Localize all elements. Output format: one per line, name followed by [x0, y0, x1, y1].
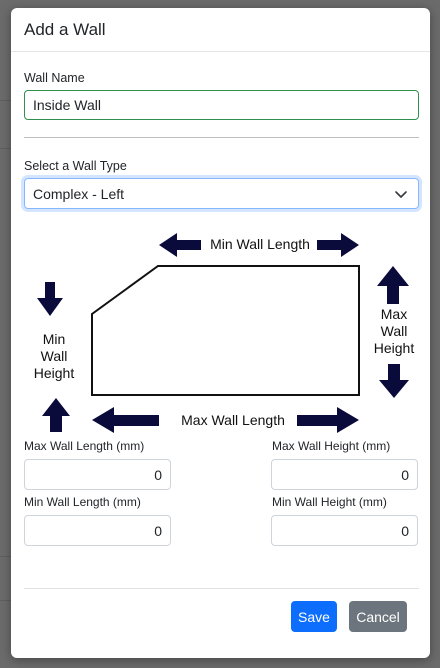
- wall-name-input[interactable]: [24, 90, 419, 120]
- max-height-down-arrow: [379, 364, 409, 398]
- max-wall-height-line: Wall: [380, 323, 408, 339]
- cancel-button[interactable]: Cancel: [349, 601, 407, 632]
- wall-type-select[interactable]: Complex - Left: [24, 178, 419, 209]
- wall-type-value: Complex - Left: [33, 185, 125, 202]
- wall-shape: [91, 265, 360, 396]
- wall-name-label: Wall Name: [24, 71, 85, 85]
- chevron-down-icon: [395, 191, 407, 198]
- footer-divider: [24, 588, 419, 589]
- min-height-down-arrow: [37, 282, 63, 316]
- max-wall-length-input[interactable]: [24, 459, 171, 490]
- save-button[interactable]: Save: [291, 601, 337, 632]
- min-wall-height-line: Wall: [40, 348, 68, 364]
- max-wall-length-label: Max Wall Length (mm): [24, 439, 145, 453]
- min-wall-length-input[interactable]: [24, 515, 171, 546]
- min-wall-height-line: Min: [42, 331, 66, 347]
- max-height-up-arrow: [377, 266, 409, 304]
- min-wall-height-text: Min Wall Height: [25, 331, 83, 382]
- max-wall-height-label: Max Wall Height (mm): [272, 439, 391, 453]
- max-wall-height-input[interactable]: [271, 459, 418, 490]
- modal-title: Add a Wall: [24, 19, 106, 39]
- min-length-left-arrow: [159, 233, 201, 257]
- max-wall-height-line: Max: [380, 306, 408, 322]
- max-length-right-arrow: [297, 407, 359, 433]
- min-height-up-arrow: [42, 398, 70, 432]
- min-wall-height-input[interactable]: [271, 515, 418, 546]
- min-wall-height-label: Min Wall Height (mm): [272, 495, 387, 509]
- max-wall-height-text: Max Wall Height: [365, 306, 423, 357]
- max-wall-height-line: Height: [373, 340, 415, 356]
- max-length-left-arrow: [92, 407, 159, 433]
- modal-header: Add a Wall: [11, 8, 430, 52]
- wall-type-label: Select a Wall Type: [24, 159, 127, 173]
- min-wall-height-line: Height: [33, 365, 75, 381]
- add-wall-modal: Add a Wall Wall Name Select a Wall Type …: [11, 8, 430, 658]
- divider: [24, 137, 419, 138]
- min-wall-length-text: Min Wall Length: [210, 236, 310, 252]
- max-wall-length-text: Max Wall Length: [181, 412, 285, 428]
- min-wall-length-label: Min Wall Length (mm): [24, 495, 141, 509]
- min-length-right-arrow: [317, 233, 359, 257]
